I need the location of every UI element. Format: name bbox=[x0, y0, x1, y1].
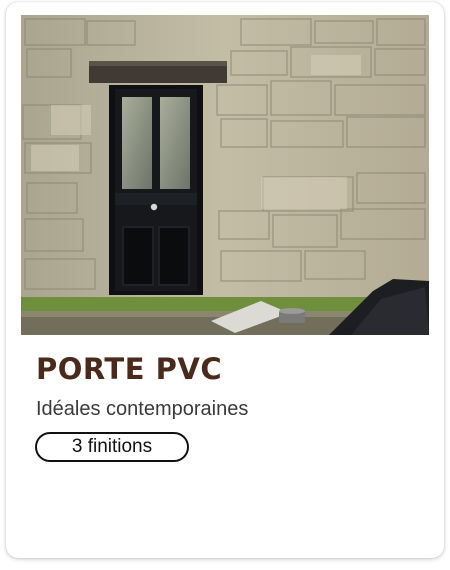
product-image[interactable] bbox=[21, 15, 429, 335]
product-card[interactable]: PORTE PVC Idéales contemporaines 3 finit… bbox=[6, 2, 444, 558]
door-photo-illustration bbox=[21, 15, 429, 335]
finishes-badge[interactable]: 3 finitions bbox=[35, 432, 189, 462]
product-subtitle: Idéales contemporaines bbox=[36, 398, 249, 420]
product-title: PORTE PVC bbox=[36, 352, 223, 386]
